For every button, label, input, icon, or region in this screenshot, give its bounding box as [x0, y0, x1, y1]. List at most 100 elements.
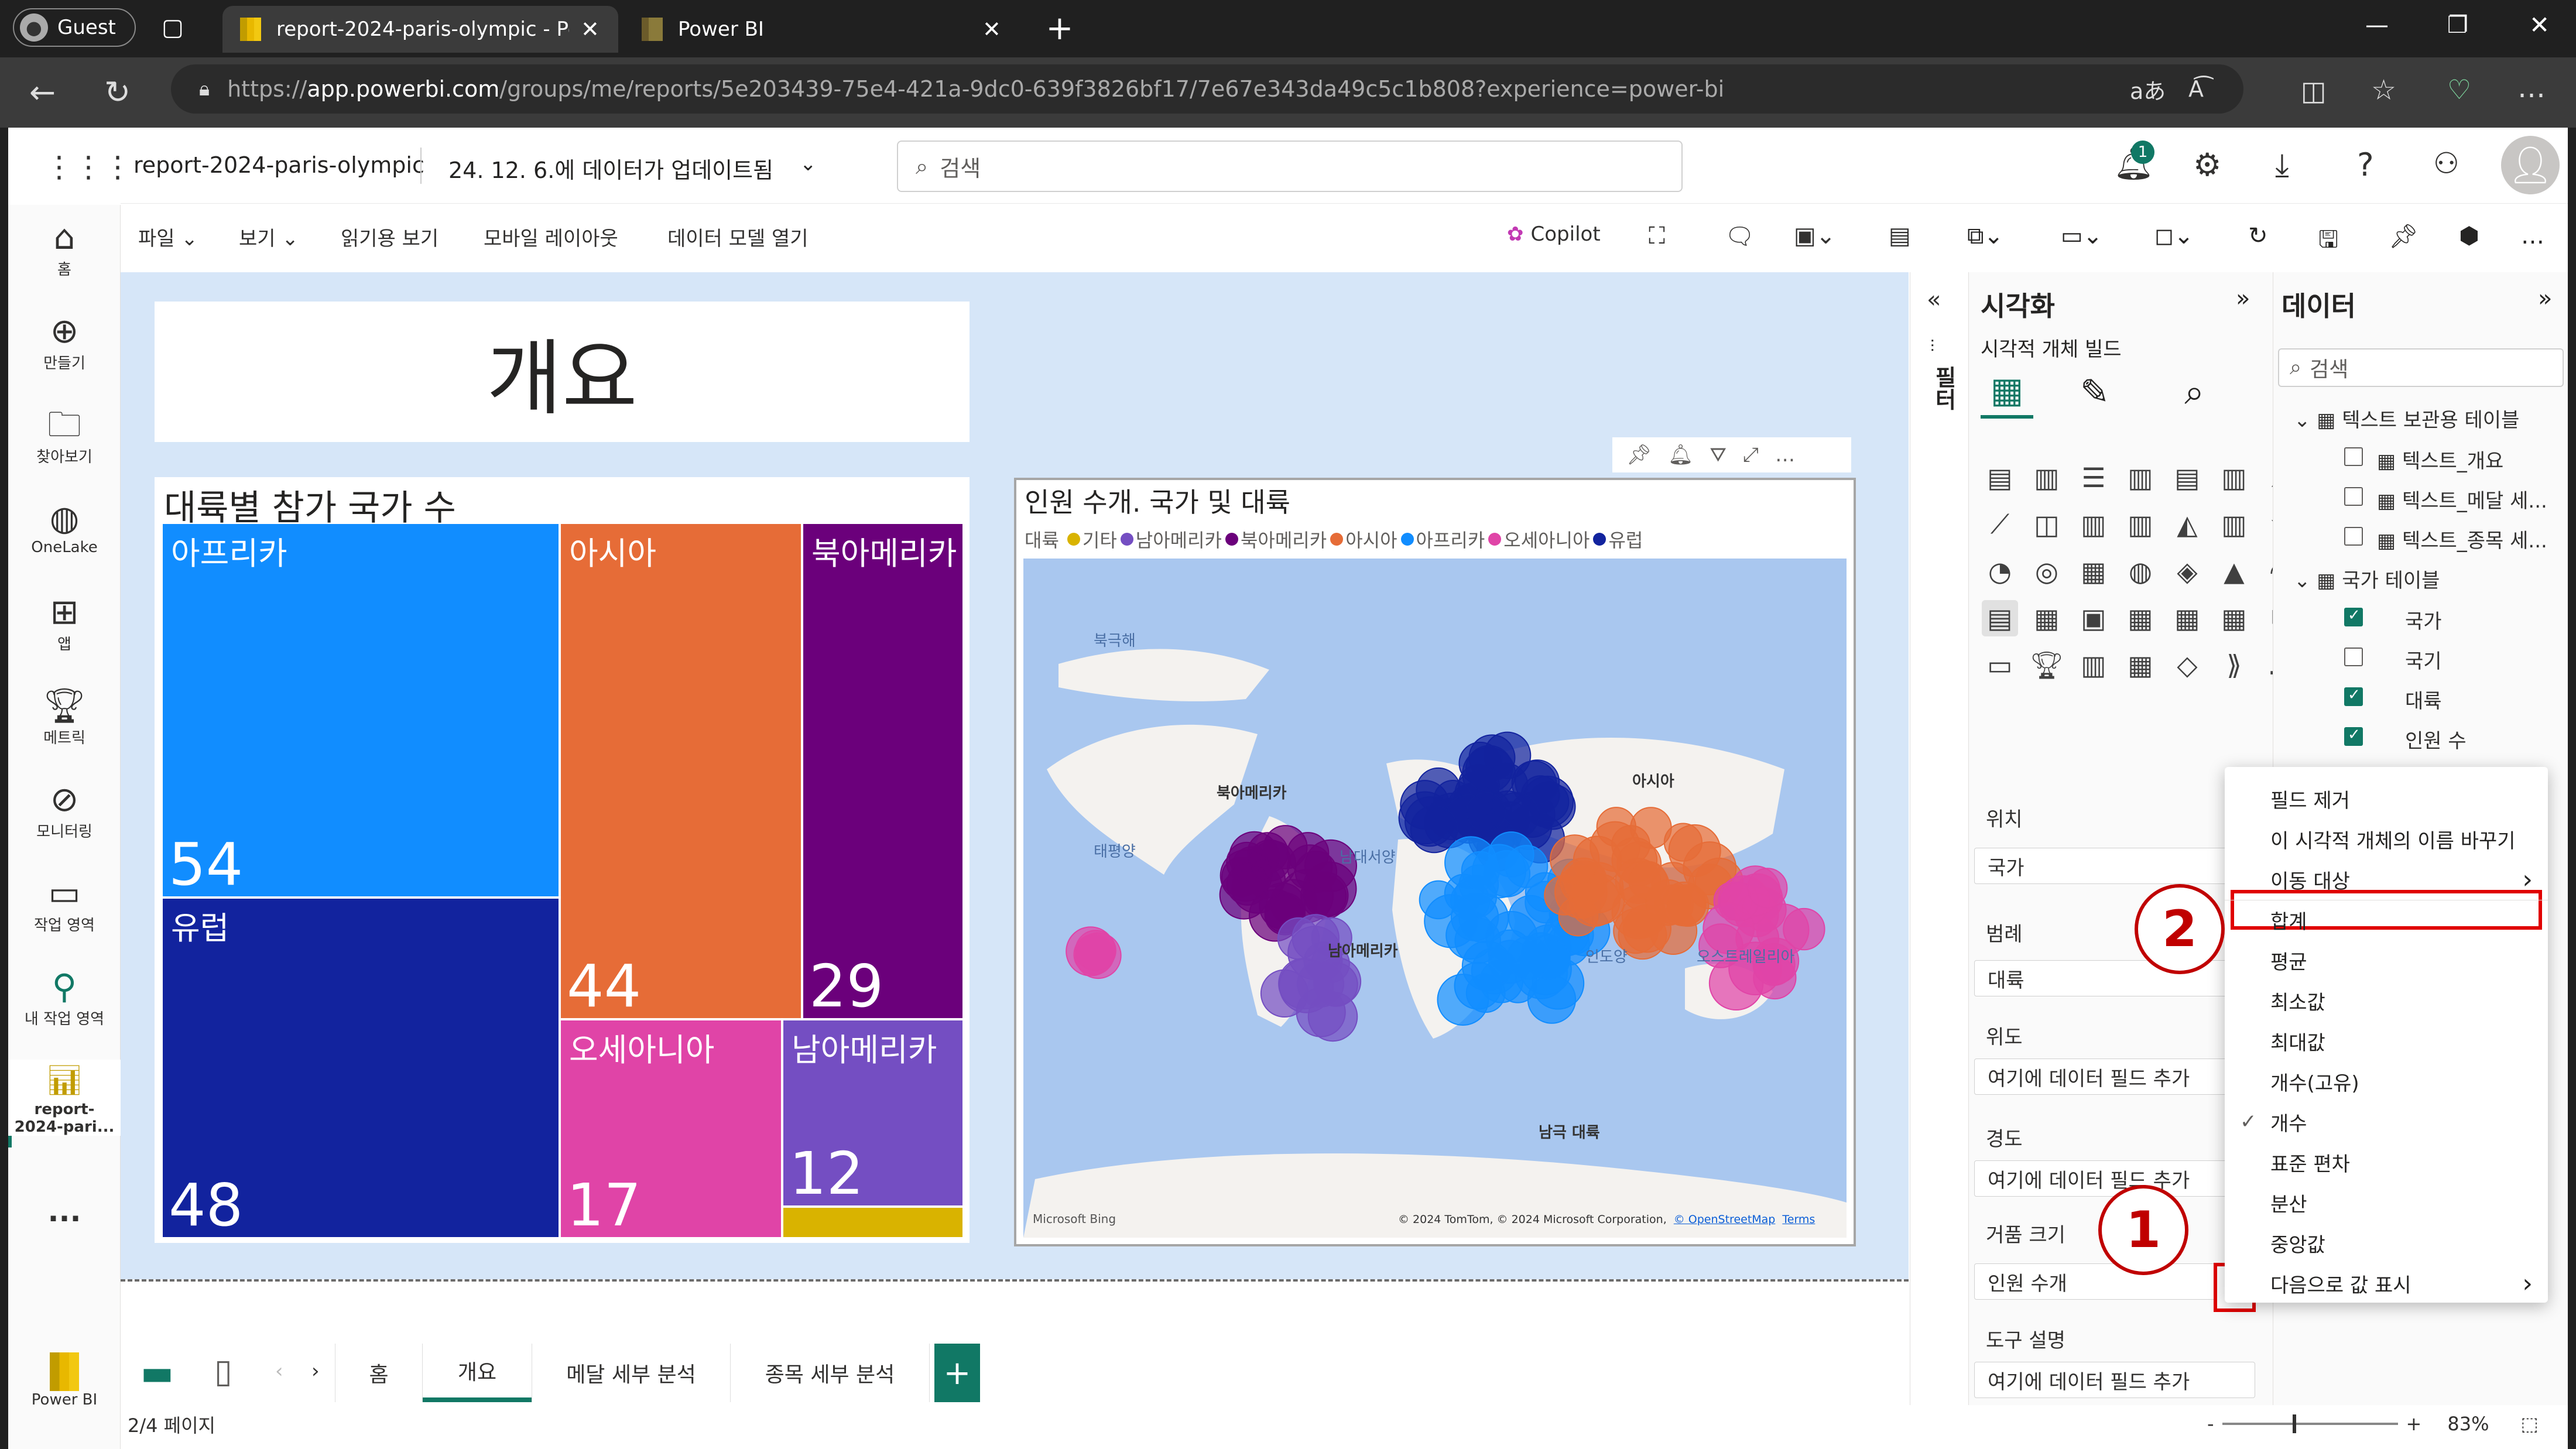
- notes-icon[interactable]: ▤: [1889, 222, 1911, 249]
- visual-type-icon[interactable]: ◍: [2122, 553, 2159, 590]
- nav-monitor[interactable]: ⊘ 모니터링: [8, 779, 121, 841]
- pin-visual-icon[interactable]: 📌︎: [1626, 443, 1652, 467]
- context-menu-item[interactable]: 평균: [2225, 940, 2548, 980]
- favorites-icon[interactable]: ☆: [2371, 74, 2396, 107]
- fit-page-icon[interactable]: ⬚: [2520, 1413, 2538, 1435]
- collapse-viz-icon[interactable]: »: [2236, 285, 2250, 312]
- more-options-icon[interactable]: …: [2521, 222, 2544, 249]
- field-item[interactable]: ▦ 텍스트_개요: [2377, 445, 2503, 474]
- field-item[interactable]: 대륙: [2405, 685, 2442, 714]
- data-updated-text[interactable]: 24. 12. 6.에 데이터가 업데이트됨: [448, 152, 773, 184]
- osm-link[interactable]: © OpenStreetMap: [1674, 1213, 1776, 1226]
- context-menu-item[interactable]: 개수(고유): [2225, 1061, 2548, 1101]
- url-field[interactable]: 🔒︎ https:// app.powerbi.com /groups/me/r…: [171, 64, 2243, 114]
- split-screen-icon[interactable]: ◫: [2301, 75, 2326, 107]
- visual-type-icon[interactable]: ▥: [2122, 460, 2159, 496]
- map-bubble[interactable]: [1783, 907, 1825, 951]
- visual-type-icon[interactable]: ◎: [2029, 553, 2065, 590]
- visual-type-icon[interactable]: ⟫: [2216, 647, 2252, 683]
- map-bubble[interactable]: [1297, 960, 1345, 1008]
- copilot-button[interactable]: ✿ Copilot: [1507, 222, 1601, 246]
- terms-link[interactable]: Terms: [1782, 1213, 1815, 1226]
- visual-type-icon[interactable]: ▤: [1982, 600, 2018, 636]
- context-menu-item[interactable]: 중앙값: [2225, 1223, 2548, 1263]
- help-icon[interactable]: ?: [2357, 146, 2374, 183]
- menu-mobile-layout[interactable]: 모바일 레이아웃: [484, 222, 618, 251]
- table-node[interactable]: ⌄ ▦ 텍스트 보관용 테이블: [2294, 404, 2519, 433]
- visual-type-icon[interactable]: ▭: [1982, 647, 2018, 683]
- legend-item[interactable]: 유럽: [1593, 526, 1643, 553]
- nav-metrics[interactable]: 🏆︎ 메트릭: [8, 685, 121, 748]
- visual-type-icon[interactable]: ▦: [2029, 600, 2065, 636]
- field-checkbox[interactable]: [2344, 487, 2363, 506]
- field-checkbox[interactable]: [2344, 527, 2363, 546]
- immersive-reader-icon[interactable]: A͡: [2188, 76, 2204, 102]
- nav-report[interactable]: 📊︎ report- 2024-pari...: [8, 1060, 121, 1136]
- context-menu-item[interactable]: 표준 편차: [2225, 1142, 2548, 1182]
- well-latitude[interactable]: 여기에 데이터 필드 추가: [1974, 1059, 2255, 1095]
- menu-view[interactable]: 보기 ⌄: [239, 222, 299, 251]
- title-card[interactable]: 개요: [155, 302, 970, 442]
- binoculars-icon[interactable]: ⛶: [1649, 222, 1665, 249]
- close-tab-icon[interactable]: ✕: [581, 16, 600, 42]
- field-item[interactable]: 국가: [2405, 605, 2442, 634]
- account-avatar-icon[interactable]: 👤︎: [2501, 136, 2560, 194]
- gear-icon[interactable]: ⚙: [2193, 146, 2221, 183]
- save-icon[interactable]: 🖫︎: [2318, 222, 2338, 262]
- nav-my-workspace[interactable]: ⚲ 내 작업 영역: [8, 966, 121, 1029]
- back-icon[interactable]: ←: [29, 74, 56, 111]
- legend-item[interactable]: 북아메리카: [1225, 526, 1327, 553]
- visual-type-icon[interactable]: ▥: [2075, 506, 2112, 543]
- close-window-icon[interactable]: ✕: [2529, 11, 2550, 39]
- map-bubble[interactable]: [1666, 886, 1706, 925]
- visual-type-icon[interactable]: ◫: [2029, 506, 2065, 543]
- legend-item[interactable]: 아시아: [1330, 526, 1397, 553]
- context-menu-item[interactable]: 최대값: [2225, 1021, 2548, 1061]
- nav-create[interactable]: ⊕ 만들기: [8, 310, 121, 373]
- treemap-tile[interactable]: 남아메리카 12: [782, 1019, 964, 1208]
- filter-icon[interactable]: ⛛: [1710, 443, 1727, 467]
- visual-type-icon[interactable]: ▦: [2122, 600, 2159, 636]
- nav-apps[interactable]: ⊞ 앱: [8, 591, 121, 654]
- visual-type-icon[interactable]: ▥: [2029, 460, 2065, 496]
- context-menu-item[interactable]: 필드 제거: [2225, 779, 2548, 818]
- nav-browse[interactable]: 🗀︎ 찾아보기: [8, 404, 121, 467]
- analytics-tab-icon[interactable]: ⌕: [2168, 366, 2221, 419]
- refresh-visuals-icon[interactable]: ↻: [2248, 222, 2268, 249]
- context-menu-item[interactable]: 다음으로 값 표시 ›: [2225, 1263, 2548, 1303]
- refresh-icon[interactable]: ↻: [104, 74, 131, 111]
- browser-tab-powerbi[interactable]: Power BI ✕: [624, 6, 1020, 53]
- collapse-data-icon[interactable]: »: [2538, 285, 2552, 312]
- zoom-control[interactable]: - + 83% ⬚: [2207, 1412, 2558, 1436]
- add-page-button[interactable]: +: [934, 1344, 980, 1402]
- map-bubble[interactable]: [1410, 805, 1458, 854]
- treemap-visual[interactable]: 대륙별 참가 국가 수 아프리카 54 유럽 48 아시아 44 북아메리카 29 오세아니아 1…: [155, 477, 970, 1243]
- field-item[interactable]: ▦ 텍스트_메달 세...: [2377, 485, 2547, 513]
- visual-type-icon[interactable]: ▦: [2169, 600, 2205, 636]
- menu-file[interactable]: 파일 ⌄: [138, 222, 198, 251]
- map-bubble[interactable]: [1466, 792, 1506, 832]
- format-visual-tab-icon[interactable]: ✎: [2068, 366, 2121, 419]
- visual-type-icon[interactable]: ▦: [2122, 647, 2159, 683]
- legend-item[interactable]: 아프리카: [1400, 526, 1485, 553]
- page-prev-icon[interactable]: ‹: [275, 1359, 283, 1383]
- edit-icon[interactable]: ◻⌄: [2154, 222, 2194, 249]
- field-item[interactable]: 국기: [2405, 645, 2442, 674]
- field-checkbox[interactable]: [2344, 726, 2363, 746]
- menu-open-data-model[interactable]: 데이터 모델 열기: [667, 222, 809, 251]
- more-options-icon[interactable]: …: [1775, 443, 1795, 467]
- map-bubble[interactable]: [1465, 745, 1513, 793]
- visual-type-icon[interactable]: ⟋: [1982, 506, 2018, 543]
- legend-item[interactable]: 기타: [1067, 526, 1117, 553]
- nav-more[interactable]: ...: [8, 1194, 121, 1228]
- close-tab-icon[interactable]: ✕: [982, 16, 1001, 42]
- chevron-down-icon[interactable]: ⌄: [800, 152, 817, 176]
- field-checkbox[interactable]: [2344, 648, 2363, 666]
- phone-layout-icon[interactable]: ▯: [214, 1352, 232, 1390]
- page-tab-medals[interactable]: 메달 세부 분석: [532, 1344, 731, 1402]
- menu-reading-view[interactable]: 읽기용 보기: [341, 222, 439, 251]
- share-icon[interactable]: ⧉⌄: [1967, 222, 2003, 249]
- well-legend[interactable]: 대륙: [1974, 960, 2255, 996]
- report-name[interactable]: report-2024-paris-olympic: [133, 152, 424, 178]
- page-tab-overview[interactable]: 개요: [423, 1344, 532, 1402]
